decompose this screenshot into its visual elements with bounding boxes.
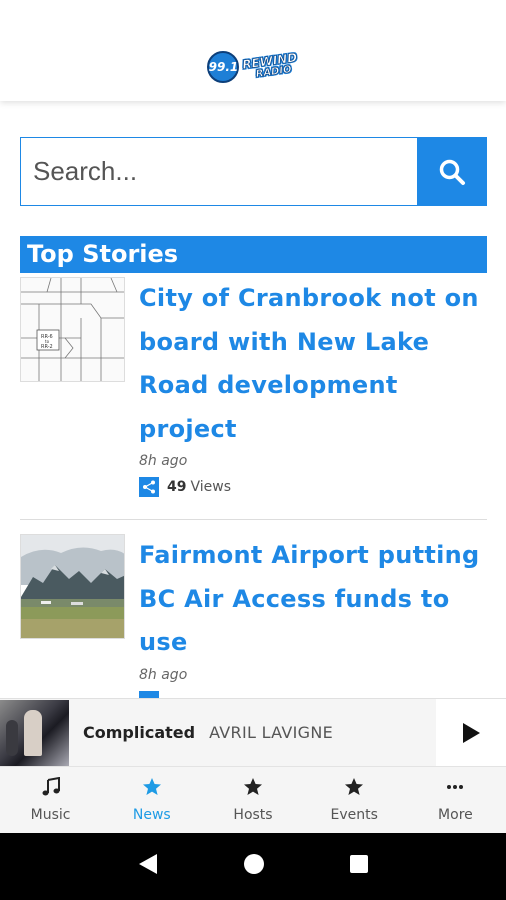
logo-number: 99.1 xyxy=(207,50,240,83)
track-title: Complicated xyxy=(83,723,196,742)
star-icon xyxy=(243,777,263,797)
search-input[interactable] xyxy=(20,137,417,206)
views-count: 49 xyxy=(167,479,187,495)
map-thumbnail-icon: RR-6 to RR-2 xyxy=(21,278,124,381)
more-dots-icon xyxy=(445,777,465,797)
home-icon[interactable] xyxy=(243,853,265,880)
tab-label: Hosts xyxy=(233,807,273,823)
logo-wordmark: REWIND RADIO xyxy=(242,49,300,82)
story-meta: 49 Views xyxy=(139,477,231,497)
views-label: Views xyxy=(190,479,232,495)
search-icon xyxy=(439,159,465,185)
story-thumbnail-photo[interactable] xyxy=(20,534,125,639)
bottom-navigation: Music News Hosts Events More xyxy=(0,766,506,833)
story-thumbnail-map[interactable]: RR-6 to RR-2 xyxy=(20,277,125,382)
app-screen: 99.1 REWIND RADIO Top Stories xyxy=(0,0,506,900)
play-button[interactable] xyxy=(436,699,506,767)
share-button[interactable] xyxy=(139,477,159,497)
svg-text:RR-2: RR-2 xyxy=(41,344,53,350)
tab-events[interactable]: Events xyxy=(304,767,405,833)
star-icon xyxy=(142,777,162,797)
story-item[interactable]: RR-6 to RR-2 City of Cranbrook not on bo… xyxy=(20,277,487,507)
tab-label: Events xyxy=(330,807,378,823)
share-icon xyxy=(143,480,155,494)
story-time: 8h ago xyxy=(139,667,188,683)
back-icon[interactable] xyxy=(137,852,159,881)
story-title-link[interactable]: City of Cranbrook not on board with New … xyxy=(139,277,484,451)
tab-label: Music xyxy=(30,807,71,823)
tab-more[interactable]: More xyxy=(405,767,506,833)
album-art xyxy=(0,699,69,766)
music-note-icon xyxy=(41,777,61,797)
play-icon xyxy=(463,723,480,743)
story-item[interactable]: Fairmont Airport putting BC Air Access f… xyxy=(20,534,487,711)
tab-label: News xyxy=(132,807,171,823)
story-time: 8h ago xyxy=(139,453,188,469)
system-navigation-bar xyxy=(0,833,506,900)
station-logo[interactable]: 99.1 REWIND RADIO xyxy=(207,49,300,83)
story-title-link[interactable]: Fairmont Airport putting BC Air Access f… xyxy=(139,534,484,665)
mountain-airport-thumbnail-icon xyxy=(21,535,124,638)
search-bar xyxy=(20,137,487,206)
app-header: 99.1 REWIND RADIO xyxy=(0,0,506,101)
section-title-top-stories: Top Stories xyxy=(20,236,487,273)
track-artist: AVRIL LAVIGNE xyxy=(209,723,334,742)
tab-music[interactable]: Music xyxy=(0,767,101,833)
star-icon xyxy=(344,777,364,797)
story-divider xyxy=(20,519,487,520)
tab-label: More xyxy=(438,807,473,823)
tab-news[interactable]: News xyxy=(101,767,202,833)
now-playing-bar[interactable]: Complicated AVRIL LAVIGNE xyxy=(0,698,506,767)
recents-icon[interactable] xyxy=(349,854,369,879)
tab-hosts[interactable]: Hosts xyxy=(202,767,303,833)
search-button[interactable] xyxy=(417,137,487,206)
